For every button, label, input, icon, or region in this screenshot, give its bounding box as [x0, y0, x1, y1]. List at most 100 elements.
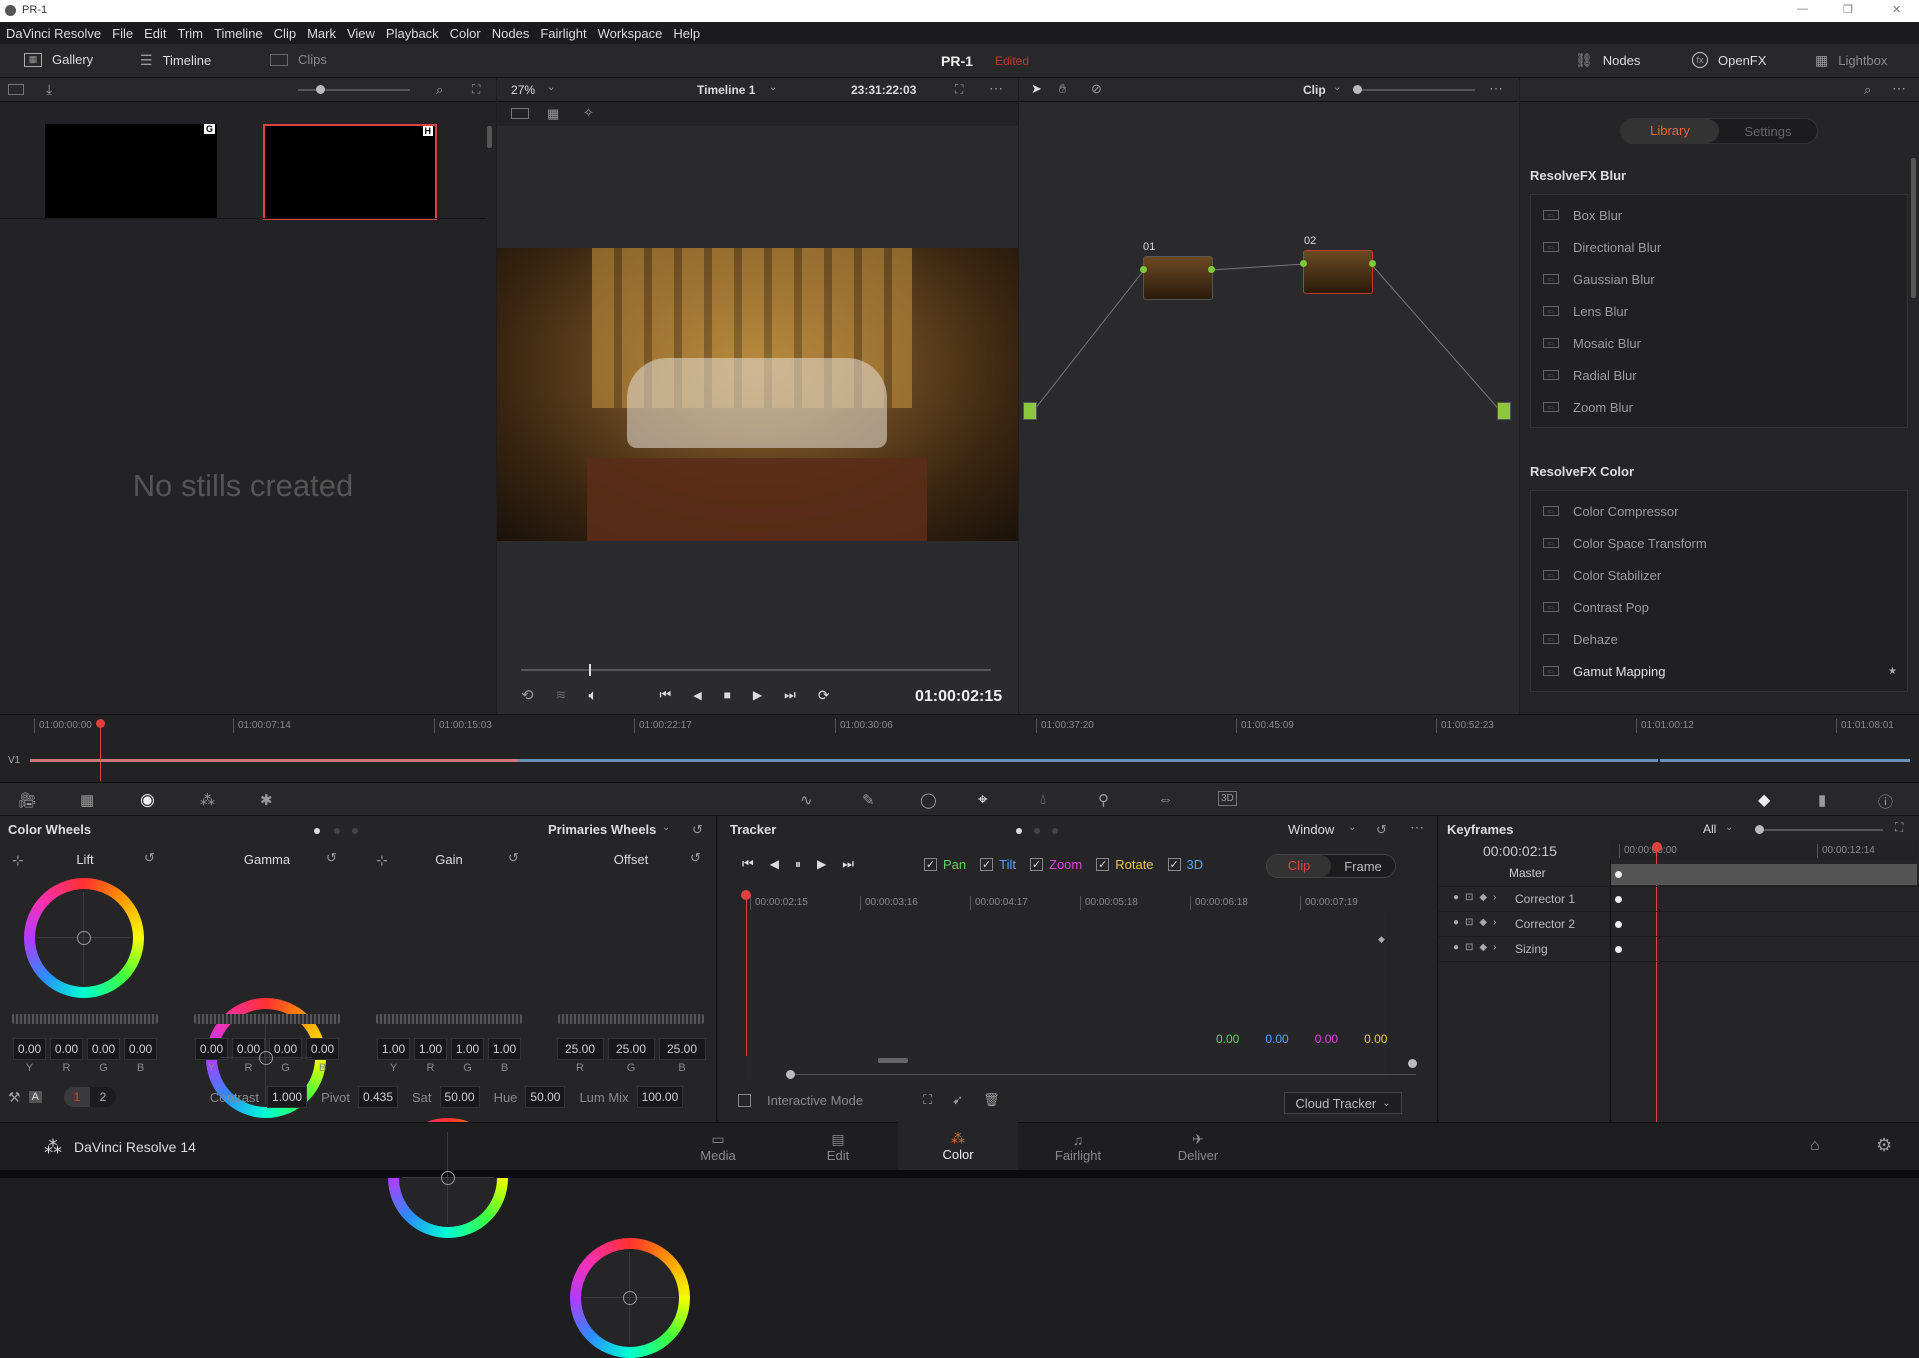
- fx-item[interactable]: ▭ Box Blur: [1531, 199, 1907, 231]
- track-forward-frame-icon[interactable]: ▶: [817, 857, 826, 871]
- stop-icon[interactable]: ■: [724, 688, 731, 702]
- color-wheel[interactable]: [570, 1238, 690, 1358]
- checkbox[interactable]: ✓: [924, 858, 937, 871]
- fx-item[interactable]: ▭ Gaussian Blur: [1531, 263, 1907, 295]
- menu-item[interactable]: File: [112, 26, 133, 41]
- menu-item[interactable]: Workspace: [598, 26, 663, 41]
- track-controls-icons[interactable]: ●⊡◆›: [1453, 892, 1502, 903]
- clips-button[interactable]: Clips: [270, 52, 327, 67]
- grid-view-icon[interactable]: ▦: [547, 106, 559, 122]
- wheel-handle[interactable]: [77, 931, 91, 945]
- track-reverse-frame-icon[interactable]: ◀: [770, 857, 779, 871]
- page-dot-active[interactable]: [314, 828, 320, 834]
- wheel-value-field[interactable]: 0.00: [124, 1038, 157, 1060]
- lightbox-button[interactable]: ▦ Lightbox: [1815, 52, 1887, 69]
- fx-item[interactable]: ▭ Zoom Blur: [1531, 391, 1907, 423]
- chevron-down-icon[interactable]: ⌄: [1725, 822, 1733, 833]
- color-match-icon[interactable]: ▦: [80, 791, 94, 809]
- keyframe-dot[interactable]: [1615, 946, 1622, 953]
- auto-icon[interactable]: A: [28, 1091, 42, 1103]
- menu-item[interactable]: View: [347, 26, 375, 41]
- chevron-down-icon[interactable]: ⌄: [662, 822, 670, 833]
- page-tab-fairlight[interactable]: ♫ Fairlight: [1018, 1120, 1138, 1174]
- tracker-check-zoom[interactable]: ✓ Zoom: [1030, 857, 1082, 872]
- skip-to-end-icon[interactable]: ⏭︎: [784, 687, 796, 703]
- expand-icon[interactable]: ⛶: [1895, 820, 1903, 835]
- timeline-button[interactable]: ☰ Timeline: [140, 52, 211, 69]
- tracker-graph[interactable]: ◆ 0.00 0.00 0.00 0.00: [746, 892, 1387, 1080]
- reset-icon[interactable]: ↺: [144, 850, 155, 866]
- tracker-mode-select[interactable]: Window: [1288, 822, 1334, 837]
- fx-item[interactable]: ▭ Color Compressor: [1531, 495, 1907, 527]
- menu-item[interactable]: Nodes: [492, 26, 530, 41]
- settings-gear-icon[interactable]: ⚙: [1876, 1135, 1892, 1156]
- keyframe-track[interactable]: ●⊡◆› Corrector 2: [1439, 912, 1919, 937]
- auto-balance-icon[interactable]: ⚒: [8, 1089, 21, 1106]
- menu-item[interactable]: Playback: [386, 26, 439, 41]
- wheel-value-field[interactable]: 1.00: [488, 1038, 521, 1060]
- keyframe-track[interactable]: ●⊡◆› Corrector 1: [1439, 887, 1919, 912]
- fx-item[interactable]: ▭ Dehaze: [1531, 623, 1907, 655]
- wheel-value-field[interactable]: 25.00: [556, 1038, 604, 1060]
- slider-knob[interactable]: [1755, 825, 1764, 834]
- scrubber-playhead[interactable]: [589, 664, 591, 676]
- node-editor[interactable]: ➤ ✋︎ ⊘ Clip ⌄ ⋯ 01 02: [1019, 78, 1519, 714]
- sidebar-toggle-icon[interactable]: [8, 84, 24, 95]
- track-forward-icon[interactable]: ⏭︎: [842, 856, 854, 872]
- page-dot[interactable]: [352, 828, 358, 834]
- reset-icon[interactable]: ↺: [690, 850, 701, 866]
- delete-point-icon[interactable]: 🗑︎: [983, 1092, 1000, 1108]
- source-input-node[interactable]: [1023, 402, 1037, 420]
- search-icon[interactable]: ⌕: [1864, 82, 1871, 98]
- keyframe-zoom-slider[interactable]: [1755, 825, 1883, 834]
- checkbox[interactable]: ✓: [980, 858, 994, 871]
- master-wheel-slider[interactable]: [194, 1014, 340, 1024]
- tracker-zoom-slider[interactable]: [786, 1059, 1417, 1079]
- fx-item[interactable]: ▭ Gamut Mapping ★: [1531, 655, 1907, 687]
- play-icon[interactable]: ▶: [753, 688, 762, 702]
- gallery-scrollbar[interactable]: [487, 126, 492, 148]
- slider-knob[interactable]: [1408, 1059, 1417, 1068]
- param-value[interactable]: 1.000: [267, 1086, 308, 1108]
- wheel-value-field[interactable]: 25.00: [658, 1038, 706, 1060]
- page-button-1[interactable]: 1: [63, 1087, 90, 1107]
- node-01[interactable]: [1143, 256, 1213, 300]
- more-options-icon[interactable]: ⋯: [1892, 80, 1906, 97]
- tab-library[interactable]: Library: [1621, 119, 1719, 143]
- chevron-down-icon[interactable]: ⌄: [547, 82, 555, 93]
- node-output-dot[interactable]: [1369, 260, 1376, 267]
- wheel-handle[interactable]: [623, 1291, 637, 1305]
- wheel-value-field[interactable]: 0.00: [13, 1038, 46, 1060]
- cloud-tracker-select[interactable]: Cloud Tracker ⌄: [1284, 1092, 1402, 1114]
- checkbox[interactable]: ✓: [1030, 858, 1043, 871]
- grab-still-icon[interactable]: ⤓: [46, 81, 52, 98]
- wheel-value-field[interactable]: 1.00: [414, 1038, 447, 1060]
- fx-item[interactable]: ▭ Color Stabilizer: [1531, 559, 1907, 591]
- fx-item[interactable]: ▭ Directional Blur: [1531, 231, 1907, 263]
- reset-icon[interactable]: ↺: [326, 850, 337, 866]
- blur-icon[interactable]: 💧︎: [1040, 791, 1046, 808]
- motion-effects-icon[interactable]: ✱: [260, 791, 273, 809]
- menu-item[interactable]: Help: [673, 26, 700, 41]
- reset-icon[interactable]: ↺: [1376, 822, 1387, 838]
- tracker-icon[interactable]: ⌖: [978, 790, 988, 810]
- 3d-icon[interactable]: 3D: [1218, 791, 1237, 806]
- wheel-handle[interactable]: [259, 1051, 273, 1065]
- page-tab-deliver[interactable]: ✈ Deliver: [1138, 1120, 1258, 1174]
- magic-wand-icon[interactable]: ✧: [583, 105, 594, 121]
- keyframe-playhead[interactable]: [1652, 842, 1662, 852]
- wheel-value-field[interactable]: 0.00: [87, 1038, 120, 1060]
- fx-item[interactable]: ▭ Mosaic Blur: [1531, 327, 1907, 359]
- keyframe-track[interactable]: Master: [1439, 862, 1919, 887]
- page-dot[interactable]: [1052, 828, 1058, 834]
- reverse-play-icon[interactable]: ◀: [693, 689, 701, 702]
- track-reverse-icon[interactable]: ⏮︎: [742, 856, 754, 872]
- keyframe-filter[interactable]: All: [1703, 822, 1716, 836]
- frame-icon[interactable]: ⛶: [923, 1092, 932, 1108]
- zoom-level[interactable]: 27%: [511, 83, 535, 97]
- wheel-value-field[interactable]: 1.00: [451, 1038, 484, 1060]
- param-value[interactable]: 100.00: [636, 1086, 684, 1108]
- add-point-icon[interactable]: ➹: [952, 1092, 963, 1108]
- frame-segment[interactable]: Frame: [1331, 859, 1395, 874]
- loop-mode-icon[interactable]: ⟲: [521, 686, 534, 704]
